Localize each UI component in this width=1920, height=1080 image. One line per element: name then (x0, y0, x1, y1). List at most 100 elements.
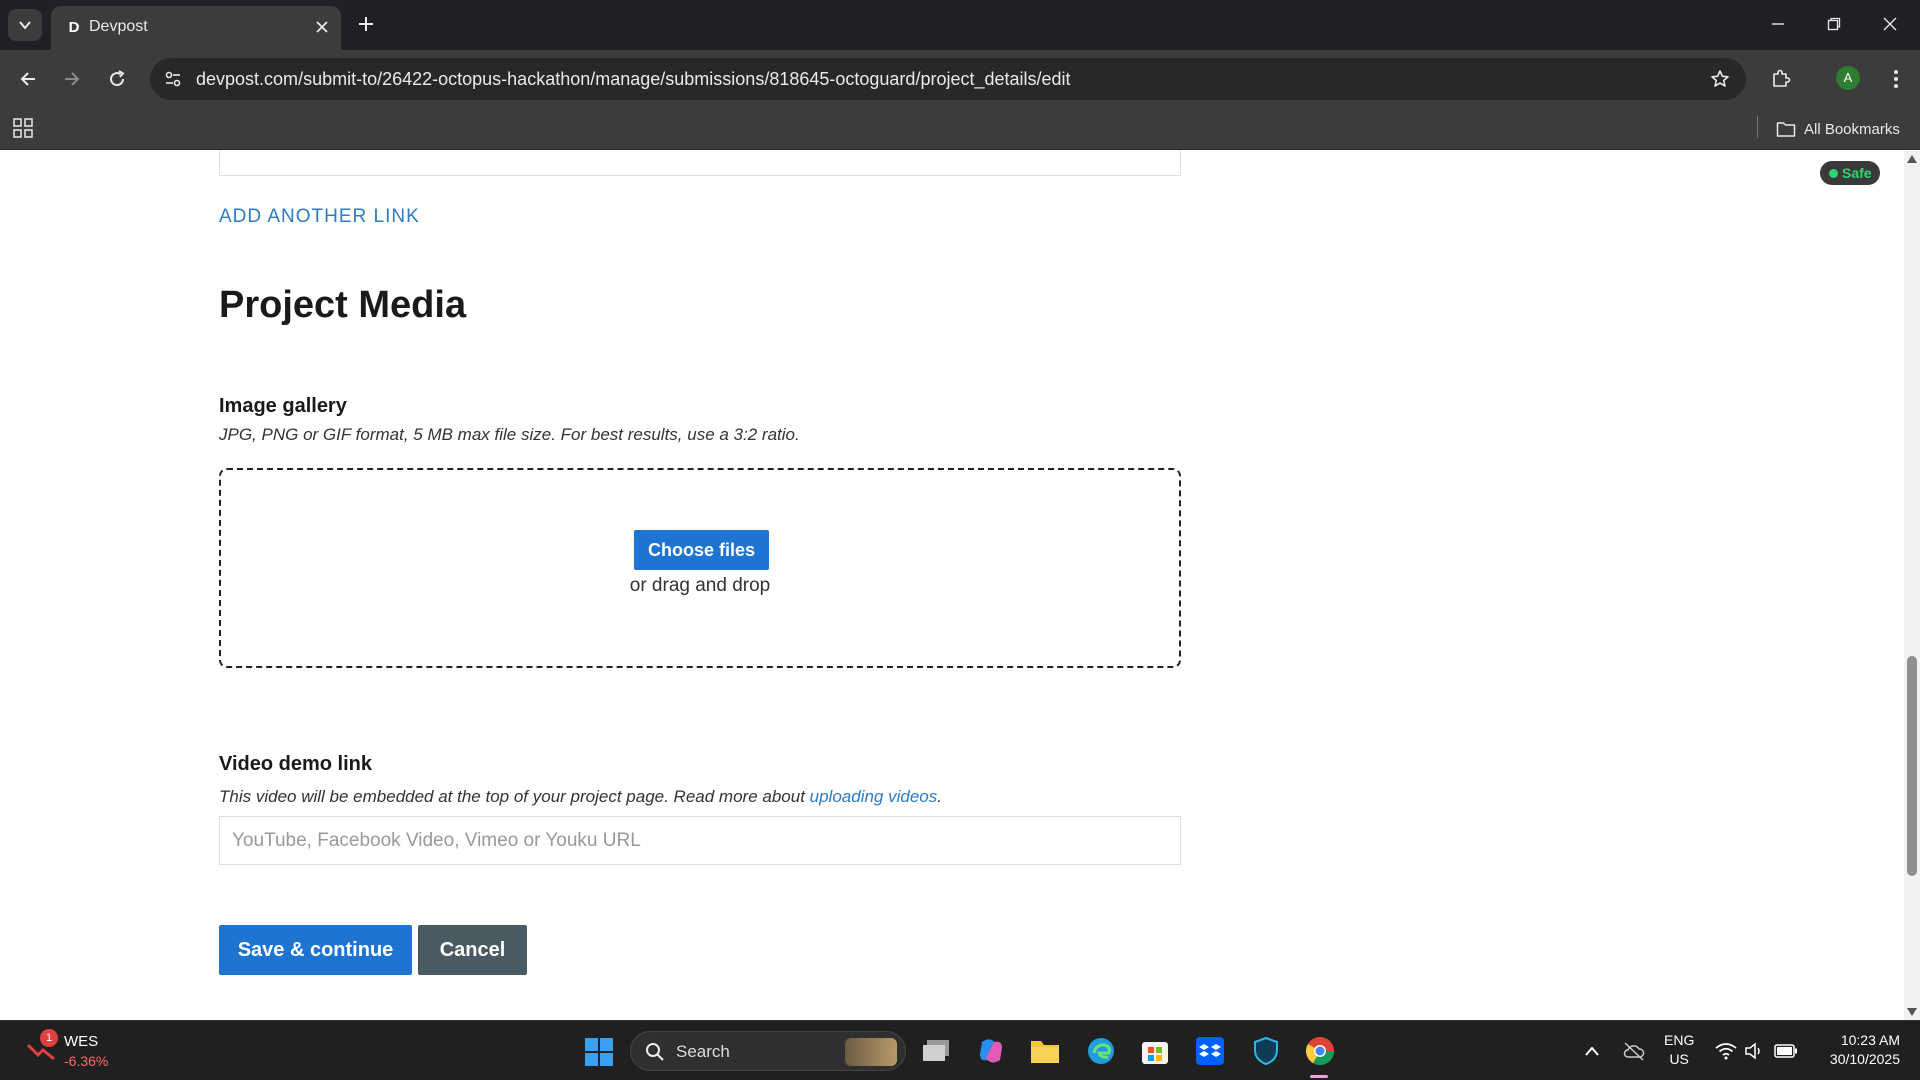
choose-files-button[interactable]: Choose files (634, 530, 769, 570)
folder-icon (1031, 1041, 1059, 1063)
chevron-down-icon (19, 21, 31, 30)
video-demo-hint: This video will be embedded at the top o… (219, 787, 942, 807)
tab-search-button[interactable] (8, 9, 42, 41)
browser-toolbar: devpost.com/submit-to/26422-octopus-hack… (0, 50, 1920, 108)
minimize-button[interactable] (1756, 8, 1800, 40)
tab-close-button[interactable] (311, 16, 333, 38)
folder-icon (1776, 122, 1796, 137)
search-icon (646, 1043, 664, 1061)
edge-icon (1088, 1038, 1114, 1064)
windows-logo-icon (585, 1038, 613, 1066)
all-bookmarks-button[interactable]: All Bookmarks (1776, 117, 1900, 141)
cloud-offline-button[interactable] (1622, 1039, 1646, 1063)
video-hint-prefix: This video will be embedded at the top o… (219, 787, 810, 806)
menu-button[interactable] (1880, 63, 1912, 95)
taskbar-search[interactable]: Search (630, 1031, 906, 1071)
bookmarks-separator (1757, 116, 1758, 138)
video-hint-suffix: . (937, 787, 942, 806)
more-vertical-icon (1894, 70, 1898, 88)
volume-button[interactable] (1742, 1039, 1766, 1063)
restore-icon (1827, 17, 1841, 31)
tab-strip: D Devpost (0, 0, 1920, 50)
scroll-thumb[interactable] (1907, 656, 1917, 876)
shield-app-button[interactable] (1248, 1033, 1284, 1069)
close-icon (316, 21, 328, 33)
profile-avatar[interactable]: A (1836, 66, 1860, 90)
stock-name: WES (64, 1033, 99, 1050)
image-gallery-hint: JPG, PNG or GIF format, 5 MB max file si… (219, 425, 800, 444)
reload-button[interactable] (101, 63, 133, 95)
language-indicator[interactable]: ENG US (1664, 1031, 1694, 1069)
bookmark-star-button[interactable] (1708, 67, 1732, 91)
save-continue-button[interactable]: Save & continue (219, 925, 412, 975)
search-highlight-image (845, 1038, 897, 1066)
copilot-button[interactable] (973, 1033, 1009, 1069)
address-bar[interactable]: devpost.com/submit-to/26422-octopus-hack… (150, 58, 1746, 100)
grid-icon (13, 118, 33, 138)
drag-drop-text: or drag and drop (629, 575, 771, 596)
close-window-button[interactable] (1868, 8, 1912, 40)
wifi-icon (1715, 1043, 1737, 1060)
cloud-off-icon (1623, 1042, 1645, 1061)
site-info-icon[interactable] (162, 68, 184, 90)
wifi-button[interactable] (1714, 1039, 1738, 1063)
image-gallery-label: Image gallery (219, 395, 347, 417)
edge-button[interactable] (1083, 1033, 1119, 1069)
chrome-icon (1306, 1037, 1334, 1065)
image-dropzone[interactable]: Choose files or drag and drop (219, 468, 1181, 668)
apps-grid-icon[interactable] (12, 117, 36, 141)
new-tab-button[interactable] (352, 10, 380, 38)
restore-button[interactable] (1812, 8, 1856, 40)
uploading-videos-link[interactable]: uploading videos (810, 787, 938, 806)
scroll-down-arrow-icon[interactable] (1907, 1008, 1917, 1016)
star-icon (1711, 70, 1729, 87)
taskbar-clock[interactable]: 10:23 AM 30/10/2025 (1812, 1031, 1900, 1069)
safe-badge: Safe (1820, 161, 1880, 185)
chrome-button[interactable] (1302, 1033, 1338, 1069)
shield-icon (1254, 1036, 1278, 1066)
start-button[interactable] (584, 1037, 614, 1067)
url-host: devpost.com (196, 69, 299, 89)
microsoft-store-button[interactable] (1137, 1033, 1173, 1069)
task-view-icon (923, 1040, 949, 1061)
stock-change: -6.36% (64, 1053, 109, 1069)
tune-icon (165, 71, 181, 87)
forward-button[interactable] (56, 63, 88, 95)
reload-icon (110, 70, 125, 87)
browser-tab[interactable]: D Devpost (51, 6, 341, 50)
region-code: US (1669, 1051, 1689, 1067)
dropbox-icon (1196, 1037, 1224, 1065)
notification-badge: 1 (40, 1029, 58, 1047)
extensions-button[interactable] (1765, 63, 1797, 95)
url-path: /submit-to/26422-octopus-hackathon/manag… (298, 69, 1071, 89)
video-url-input[interactable] (219, 816, 1181, 865)
previous-link-field[interactable] (219, 151, 1181, 176)
search-label: Search (676, 1042, 730, 1061)
cancel-button[interactable]: Cancel (418, 925, 527, 975)
show-hidden-icons-button[interactable] (1580, 1039, 1604, 1063)
clock-date: 30/10/2025 (1829, 1051, 1900, 1067)
devpost-favicon-icon: D (68, 19, 80, 36)
windows-taskbar: 1 WES -6.36% Search ENG US 10:23 AM 30/1… (0, 1020, 1920, 1080)
all-bookmarks-label: All Bookmarks (1804, 120, 1900, 138)
task-view-button[interactable] (918, 1033, 954, 1069)
dropbox-button[interactable] (1192, 1033, 1228, 1069)
add-another-link[interactable]: ADD ANOTHER LINK (219, 206, 420, 228)
url-text: devpost.com/submit-to/26422-octopus-hack… (196, 69, 1071, 90)
clock-time: 10:23 AM (1840, 1032, 1900, 1048)
chevron-up-icon (1585, 1046, 1599, 1056)
battery-icon (1774, 1044, 1797, 1058)
stock-widget[interactable]: 1 WES -6.36% (26, 1029, 146, 1073)
page-scrollbar[interactable] (1904, 151, 1920, 1020)
store-icon (1142, 1042, 1168, 1064)
puzzle-icon (1773, 69, 1791, 87)
plus-icon (359, 17, 373, 31)
copilot-icon (980, 1039, 1002, 1063)
file-explorer-button[interactable] (1027, 1033, 1063, 1069)
close-icon (1883, 17, 1897, 31)
scroll-up-arrow-icon[interactable] (1907, 155, 1917, 163)
section-title: Project Media (219, 284, 467, 326)
back-button[interactable] (12, 63, 44, 95)
battery-button[interactable] (1774, 1039, 1798, 1063)
language-code: ENG (1664, 1032, 1695, 1048)
